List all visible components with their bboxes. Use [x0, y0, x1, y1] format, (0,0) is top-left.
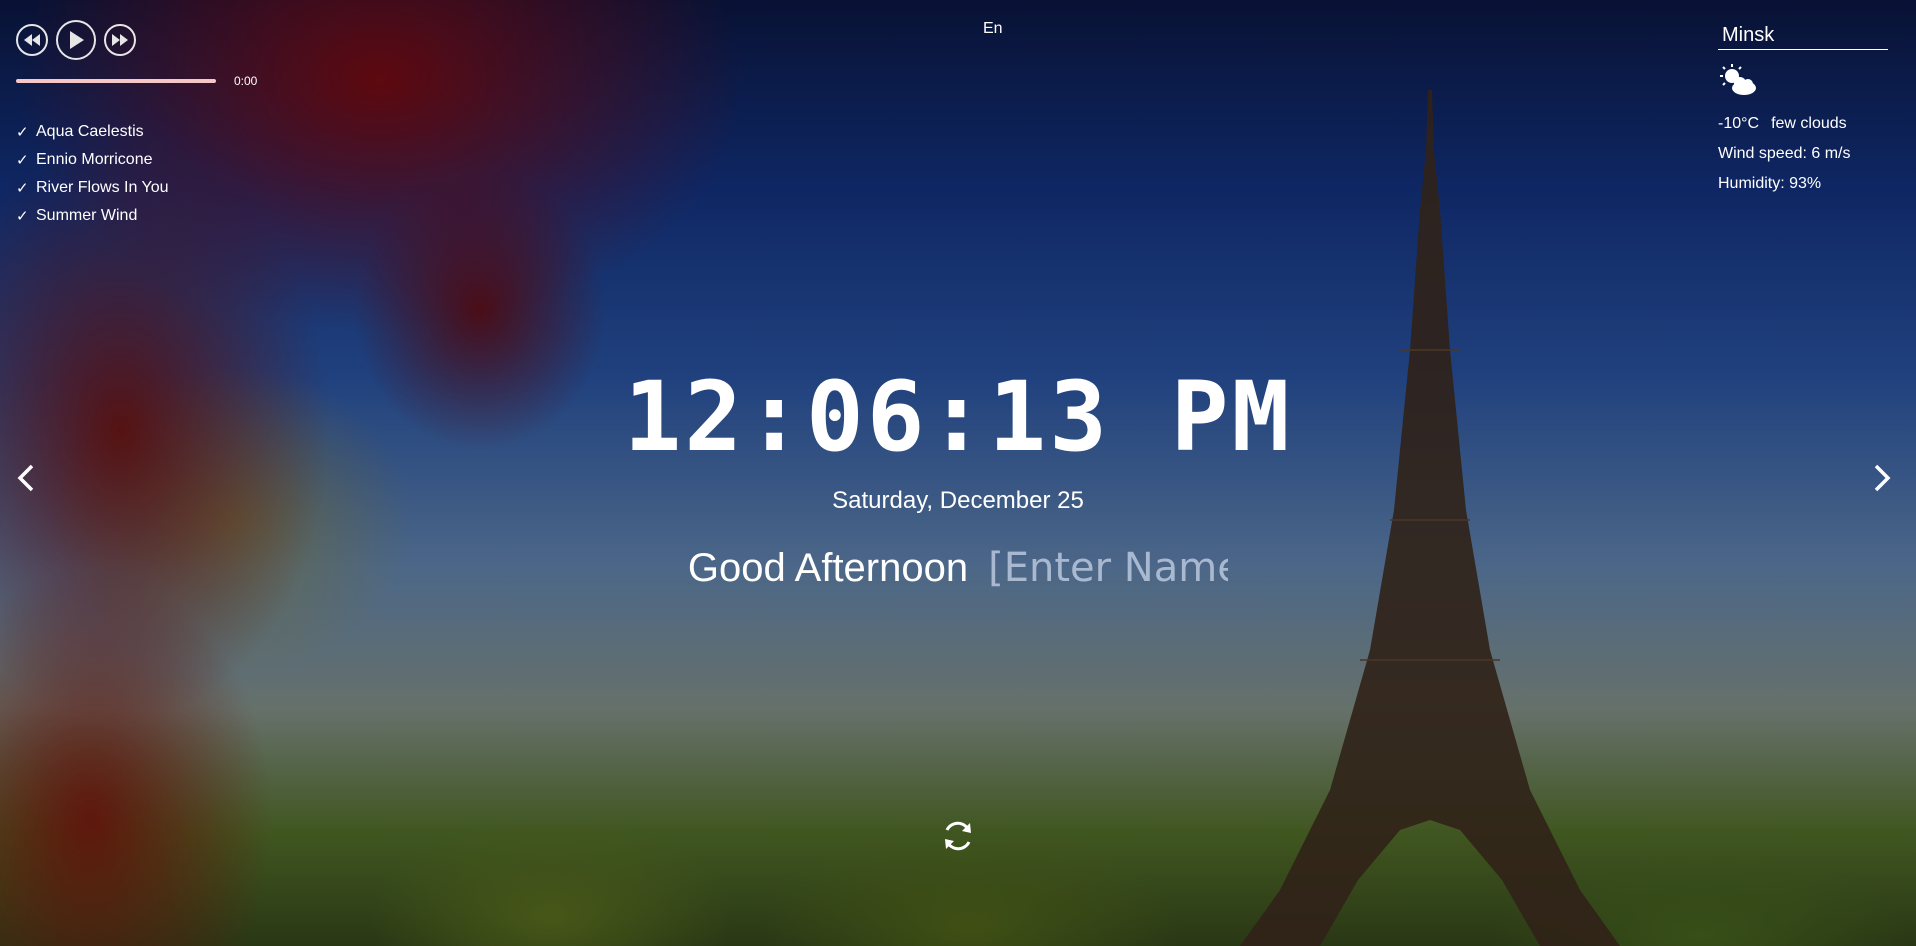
humidity: Humidity: 93% — [1718, 175, 1822, 192]
play-icon — [70, 31, 84, 49]
current-time: 0:00 — [234, 74, 258, 88]
playlist-item[interactable]: ✓ Aqua Caelestis — [16, 118, 276, 146]
progress-row: 0:00 — [16, 74, 276, 88]
date: Saturday, December 25 — [832, 487, 1084, 514]
checkmark-icon: ✓ — [16, 208, 29, 225]
progress-bar[interactable] — [16, 79, 216, 83]
checkmark-icon: ✓ — [16, 152, 29, 169]
city-input[interactable] — [1718, 24, 1888, 50]
player-controls — [16, 20, 276, 60]
wind-speed: Wind speed: 6 m/s — [1718, 145, 1851, 162]
fast-forward-icon — [112, 34, 128, 46]
name-input[interactable] — [988, 545, 1229, 591]
rewind-icon — [24, 34, 40, 46]
track-title: Summer Wind — [36, 207, 138, 224]
previous-track-button[interactable] — [16, 24, 48, 56]
temperature: -10°C — [1718, 115, 1760, 132]
checkmark-icon: ✓ — [16, 180, 29, 197]
track-title: Aqua Caelestis — [36, 123, 144, 140]
playlist-item[interactable]: ✓ Ennio Morricone — [16, 146, 276, 174]
weather-summary: -10°C few clouds — [1718, 115, 1890, 133]
playlist-item[interactable]: ✓ River Flows In You — [16, 174, 276, 202]
playlist-item[interactable]: ✓ Summer Wind — [16, 202, 276, 230]
track-title: River Flows In You — [36, 179, 169, 196]
play-button[interactable] — [56, 20, 96, 60]
language-toggle[interactable]: En — [983, 20, 1003, 38]
refresh-quote-button[interactable] — [940, 818, 976, 854]
refresh-icon — [945, 821, 971, 851]
greeting-container: Good Afternoon — [0, 545, 1916, 591]
playlist: ✓ Aqua Caelestis ✓ Ennio Morricone ✓ River … — [16, 118, 276, 230]
checkmark-icon: ✓ — [16, 124, 29, 141]
audio-player: 0:00 ✓ Aqua Caelestis ✓ Ennio Morricone ✓ R… — [16, 20, 276, 230]
few-clouds-icon — [1720, 64, 1756, 95]
weather-widget: -10°C few clouds Wind speed: 6 m/s Humidi… — [1718, 24, 1890, 193]
clock: 12:06:13 PM — [623, 361, 1293, 473]
greeting-text: Good Afternoon — [687, 545, 969, 590]
weather-description: few clouds — [1771, 115, 1847, 132]
track-title: Ennio Morricone — [36, 151, 153, 168]
background-overlay — [0, 0, 1916, 946]
next-track-button[interactable] — [104, 24, 136, 56]
